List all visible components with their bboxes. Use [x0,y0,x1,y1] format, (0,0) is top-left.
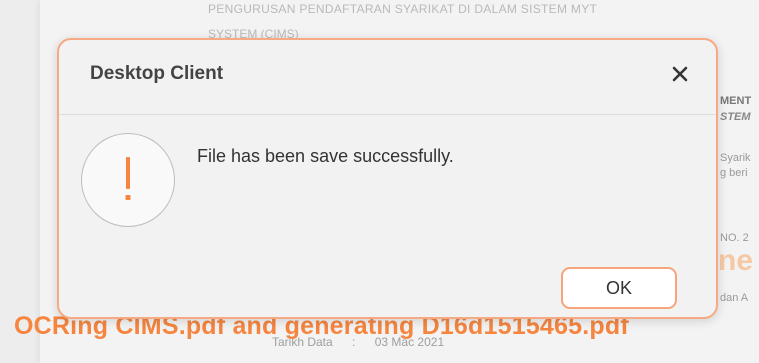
dialog-message: File has been save successfully. [197,146,454,166]
document-fragment: dan A [720,292,749,304]
document-fragment: g beri [720,167,748,179]
ok-button[interactable]: OK [561,267,677,309]
close-icon [672,66,688,82]
document-fragment: NO. 2 [720,232,749,244]
document-fragment: STEM [720,111,751,123]
document-fragment: Syarik [720,152,751,164]
title-divider [59,114,716,115]
document-orange-fragment: ne [718,244,754,277]
close-button[interactable] [666,60,694,88]
document-heading-line1: PENGURUSAN PENDAFTARAN SYARIKAT DI DALAM… [208,2,598,16]
exclamation-icon [81,133,175,227]
message-dialog: Desktop Client File has been save succes… [57,38,718,319]
dialog-title: Desktop Client [90,63,224,84]
document-fragment: MENT [720,95,752,107]
